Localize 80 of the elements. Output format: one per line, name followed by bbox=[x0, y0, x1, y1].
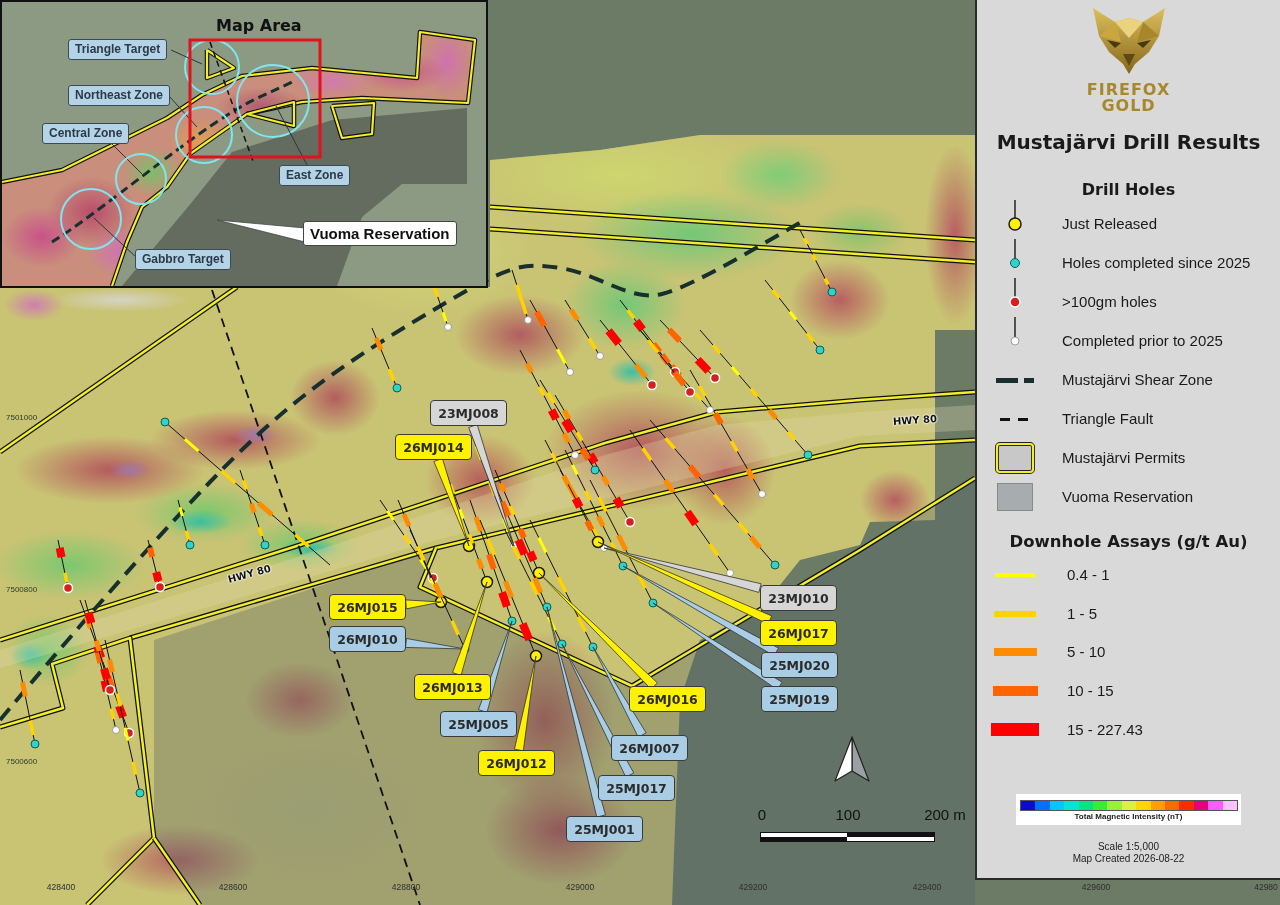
hole-label: 26MJ010 bbox=[329, 626, 406, 652]
label-leader bbox=[405, 599, 442, 610]
easting-label: 42980 bbox=[1254, 882, 1278, 892]
road-label: HWY 80 bbox=[226, 562, 272, 585]
legend-label: 0.4 - 1 bbox=[1067, 565, 1110, 584]
road-label: HWY 80 bbox=[892, 412, 938, 427]
hole-label: 26MJ014 bbox=[395, 434, 472, 460]
zone-label: Triangle Target bbox=[68, 39, 168, 60]
hole-label: 23MJ008 bbox=[430, 400, 507, 426]
permit-swatch-icon bbox=[995, 442, 1035, 474]
legend-label: Holes completed since 2025 bbox=[1062, 254, 1251, 272]
legend-heading: Drill Holes bbox=[1081, 180, 1176, 200]
zone-label: Gabbro Target bbox=[135, 249, 231, 270]
label-leader bbox=[93, 217, 138, 259]
legend-label: Completed prior to 2025 bbox=[1062, 332, 1223, 350]
hole-label: 26MJ016 bbox=[629, 686, 706, 712]
scale-label: 200 m bbox=[924, 806, 966, 823]
reservation-swatch-icon bbox=[997, 483, 1033, 511]
hole-label: 26MJ012 bbox=[478, 750, 555, 776]
legend-label: 1 - 5 bbox=[1067, 604, 1097, 623]
legend-label: Mustajärvi Permits bbox=[1062, 449, 1186, 467]
legend-label: 10 - 15 bbox=[1067, 682, 1114, 701]
drill-hole-icon bbox=[1007, 200, 1023, 232]
zone-circle bbox=[60, 188, 122, 250]
legend-label: Triangle Fault bbox=[1062, 410, 1154, 428]
legend-label: Vuoma Reservation bbox=[1062, 488, 1194, 506]
shear-zone-line-icon bbox=[996, 377, 1034, 383]
map-scale-text: Scale 1:5,000 bbox=[1097, 841, 1160, 854]
colorbar-caption: Total Magnetic Intensity (nT) bbox=[1074, 811, 1183, 823]
easting-label: 429600 bbox=[1081, 882, 1111, 892]
zone-circle bbox=[184, 39, 240, 95]
drill-hole-trace bbox=[371, 327, 402, 393]
easting-label: 429000 bbox=[565, 882, 595, 892]
hole-label: 23MJ010 bbox=[760, 585, 837, 611]
legend-heading: Downhole Assays (g/t Au) bbox=[1009, 531, 1248, 552]
legend-label: 15 - 227.43 bbox=[1067, 720, 1143, 739]
north-arrow-icon bbox=[834, 736, 870, 782]
map-date-text: Map Created 2026-08-22 bbox=[1072, 853, 1185, 866]
label-leader bbox=[111, 143, 143, 175]
northing-label: 7501000 bbox=[6, 413, 38, 423]
fault-line-icon bbox=[1000, 417, 1030, 421]
hole-label: 25MJ019 bbox=[761, 686, 838, 712]
drill-hole-icon bbox=[1007, 317, 1023, 349]
hole-label: 26MJ017 bbox=[760, 620, 837, 646]
scale-label: 100 bbox=[835, 806, 861, 823]
logo-text: GOLD bbox=[1101, 98, 1156, 114]
hole-label: 25MJ017 bbox=[598, 775, 675, 801]
easting-label: 428800 bbox=[391, 882, 421, 892]
legend-label: >100gm holes bbox=[1062, 293, 1157, 311]
scale-label: 0 bbox=[757, 806, 767, 823]
logo-text: FIREFOX bbox=[1086, 82, 1171, 98]
easting-label: 428600 bbox=[218, 882, 248, 892]
hole-label: 26MJ007 bbox=[611, 735, 688, 761]
label-leader bbox=[168, 95, 198, 128]
hole-label: 25MJ001 bbox=[566, 816, 643, 842]
inset-title: Map Area bbox=[216, 16, 302, 35]
northing-label: 7500600 bbox=[6, 757, 38, 767]
hole-label: 26MJ013 bbox=[414, 674, 491, 700]
hole-label: 25MJ020 bbox=[761, 652, 838, 678]
label-leader bbox=[275, 105, 308, 166]
drill-hole-trace bbox=[55, 539, 74, 594]
zone-label: Central Zone bbox=[42, 123, 130, 144]
legend-label: Just Released bbox=[1062, 215, 1158, 233]
zone-circle bbox=[115, 153, 167, 205]
legend-label: Mustajärvi Shear Zone bbox=[1062, 371, 1213, 389]
easting-label: 429400 bbox=[912, 882, 942, 892]
legend-label: 5 - 10 bbox=[1067, 643, 1106, 662]
zone-label: Northeast Zone bbox=[68, 85, 170, 106]
drill-hole-icon bbox=[1007, 239, 1023, 271]
northing-label: 7500800 bbox=[6, 585, 38, 595]
drill-hole-icon bbox=[1007, 278, 1023, 310]
hole-label: 25MJ005 bbox=[440, 711, 517, 737]
hole-label: 26MJ015 bbox=[329, 594, 406, 620]
label-leader bbox=[170, 49, 203, 65]
zone-circle bbox=[175, 106, 233, 164]
easting-label: 428400 bbox=[46, 882, 76, 892]
zone-label: East Zone bbox=[279, 165, 351, 186]
reservation-label: Vuoma Reservation bbox=[303, 221, 457, 246]
legend-title: Mustajärvi Drill Results bbox=[996, 129, 1261, 155]
easting-label: 429200 bbox=[738, 882, 768, 892]
